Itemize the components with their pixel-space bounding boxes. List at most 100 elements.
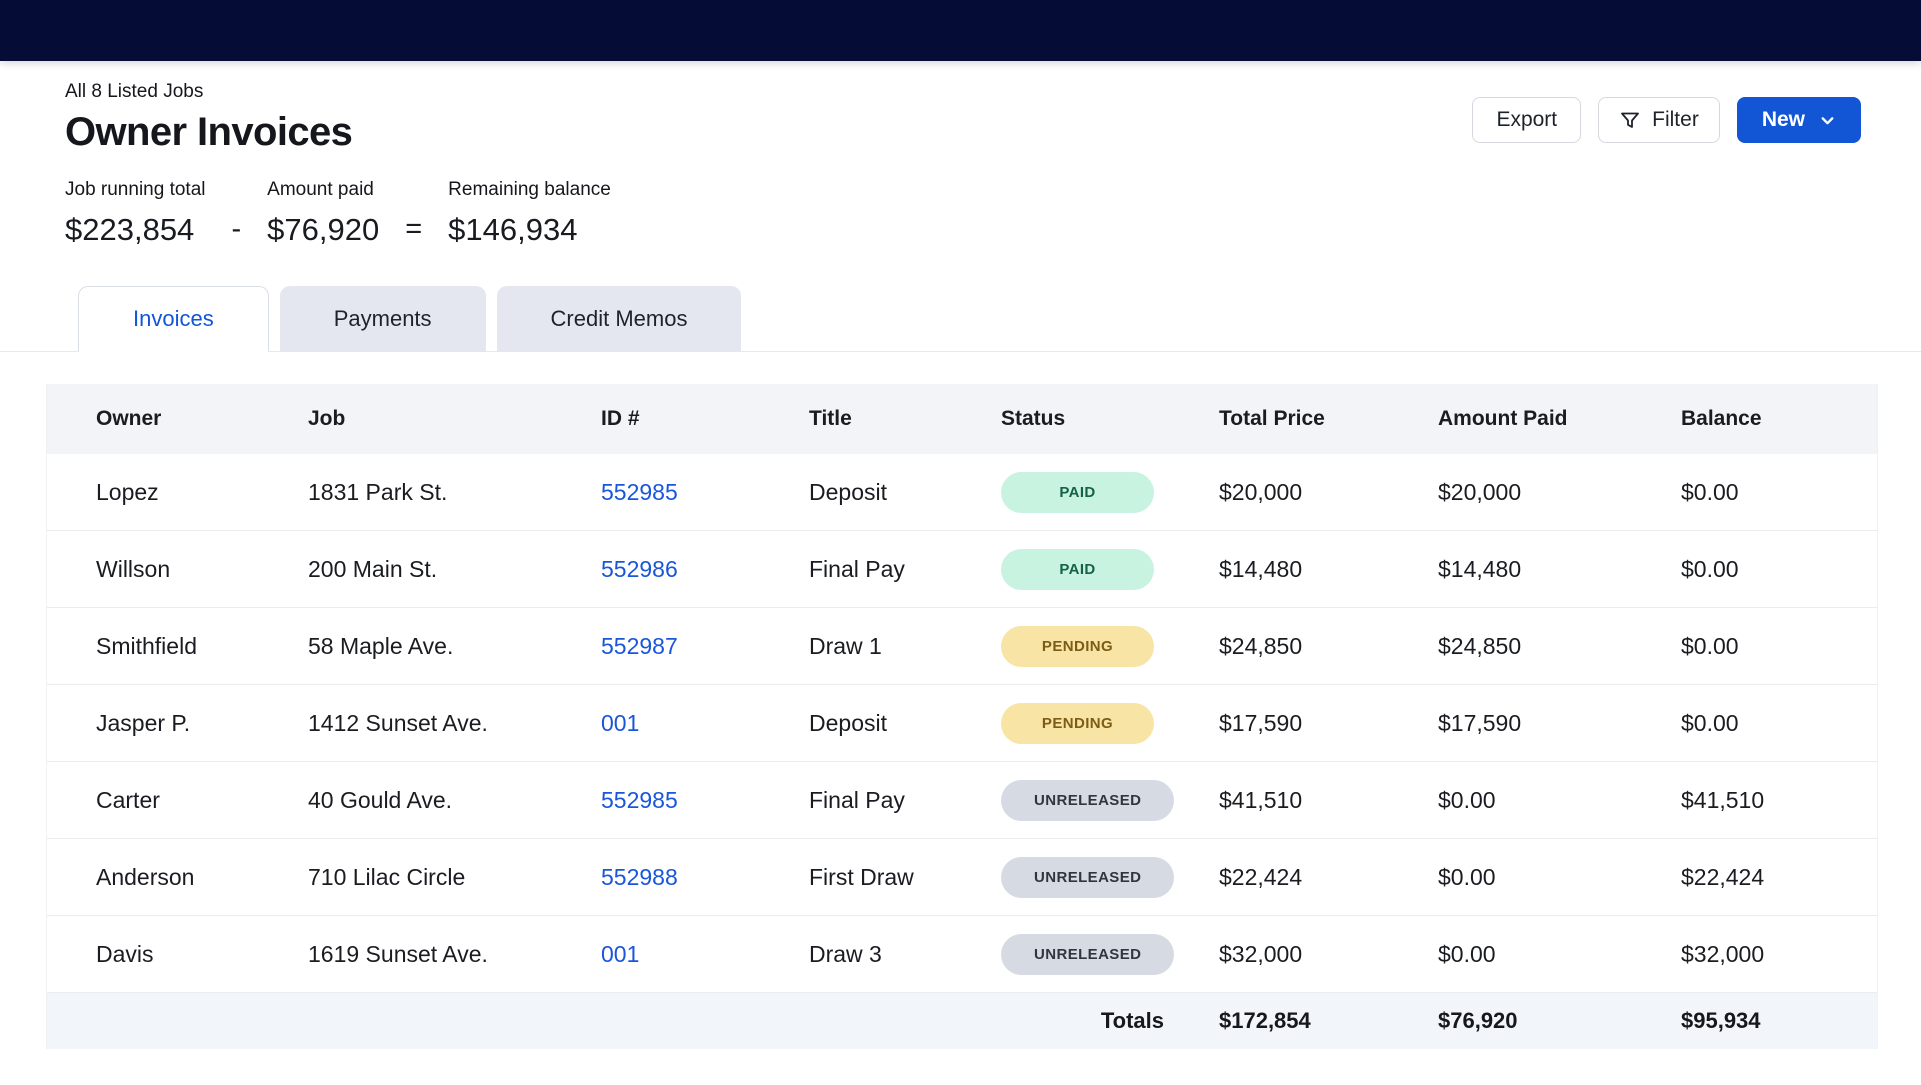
table-row: Davis 1619 Sunset Ave. 001 Draw 3 UNRELE…: [47, 916, 1877, 993]
owner-cell: Anderson: [96, 864, 308, 891]
title-cell: Final Pay: [809, 787, 1001, 814]
invoice-id-link[interactable]: 001: [601, 710, 639, 736]
new-button-label: New: [1762, 108, 1805, 132]
balance-cell: $0.00: [1681, 556, 1877, 583]
equals-operator: =: [405, 213, 422, 248]
header-actions: Export Filter New: [1472, 97, 1861, 143]
invoice-id-link[interactable]: 552985: [601, 479, 678, 505]
total-price-cell: $14,480: [1219, 556, 1438, 583]
page-header: All 8 Listed Jobs Owner Invoices Export …: [0, 61, 1921, 155]
amount-paid-cell: $0.00: [1438, 941, 1681, 968]
status-badge: PAID: [1001, 472, 1154, 513]
column-header-title: Title: [809, 407, 1001, 431]
invoice-id-link[interactable]: 552988: [601, 864, 678, 890]
chevron-down-icon: [1819, 112, 1836, 129]
table-header-row: Owner Job ID # Title Status Total Price …: [47, 384, 1877, 454]
table-row: Lopez 1831 Park St. 552985 Deposit PAID …: [47, 454, 1877, 531]
amount-paid-cell: $0.00: [1438, 864, 1681, 891]
tab-invoices[interactable]: Invoices: [78, 286, 269, 352]
balance-cell: $0.00: [1681, 710, 1877, 737]
totals-label: Totals: [1001, 1008, 1219, 1034]
column-header-owner: Owner: [96, 407, 308, 431]
page-title: Owner Invoices: [65, 110, 352, 155]
column-header-status: Status: [1001, 407, 1219, 431]
filter-button-label: Filter: [1652, 108, 1699, 132]
page-title-block: All 8 Listed Jobs Owner Invoices: [65, 81, 352, 155]
job-cell: 58 Maple Ave.: [308, 633, 601, 660]
job-cell: 40 Gould Ave.: [308, 787, 601, 814]
job-cell: 200 Main St.: [308, 556, 601, 583]
owner-cell: Davis: [96, 941, 308, 968]
total-price-cell: $32,000: [1219, 941, 1438, 968]
amount-paid-cell: $17,590: [1438, 710, 1681, 737]
total-price-cell: $22,424: [1219, 864, 1438, 891]
owner-cell: Willson: [96, 556, 308, 583]
amount-paid-cell: $24,850: [1438, 633, 1681, 660]
status-badge: UNRELEASED: [1001, 857, 1174, 898]
top-nav-bar: [0, 0, 1921, 61]
export-button-label: Export: [1496, 108, 1557, 132]
summary-label: Amount paid: [267, 179, 379, 201]
export-button[interactable]: Export: [1472, 97, 1581, 143]
column-header-job: Job: [308, 407, 601, 431]
column-header-id: ID #: [601, 407, 809, 431]
amount-paid-cell: $20,000: [1438, 479, 1681, 506]
table-row: Anderson 710 Lilac Circle 552988 First D…: [47, 839, 1877, 916]
job-cell: 1831 Park St.: [308, 479, 601, 506]
total-price-cell: $17,590: [1219, 710, 1438, 737]
filter-button[interactable]: Filter: [1598, 97, 1720, 143]
owner-cell: Lopez: [96, 479, 308, 506]
table-row: Carter 40 Gould Ave. 552985 Final Pay UN…: [47, 762, 1877, 839]
invoice-id-link[interactable]: 552985: [601, 787, 678, 813]
balance-cell: $32,000: [1681, 941, 1877, 968]
totals-balance: $95,934: [1681, 1008, 1877, 1034]
title-cell: Draw 1: [809, 633, 1001, 660]
owner-cell: Carter: [96, 787, 308, 814]
table-row: Jasper P. 1412 Sunset Ave. 001 Deposit P…: [47, 685, 1877, 762]
summary-bar: Job running total $223,854 - Amount paid…: [0, 155, 1921, 248]
summary-amount-paid: Amount paid $76,920: [267, 179, 379, 248]
total-price-cell: $41,510: [1219, 787, 1438, 814]
summary-value: $223,854: [65, 212, 206, 248]
column-header-total-price: Total Price: [1219, 407, 1438, 431]
title-cell: Draw 3: [809, 941, 1001, 968]
table-row: Willson 200 Main St. 552986 Final Pay PA…: [47, 531, 1877, 608]
summary-value: $146,934: [448, 212, 611, 248]
balance-cell: $22,424: [1681, 864, 1877, 891]
invoice-id-link[interactable]: 552987: [601, 633, 678, 659]
owner-cell: Smithfield: [96, 633, 308, 660]
minus-operator: -: [232, 213, 242, 248]
status-badge: PENDING: [1001, 703, 1154, 744]
tab-bar: Invoices Payments Credit Memos: [0, 285, 1921, 352]
invoices-table: Owner Job ID # Title Status Total Price …: [46, 384, 1878, 1049]
tab-credit-memos[interactable]: Credit Memos: [497, 286, 742, 352]
new-button[interactable]: New: [1737, 97, 1861, 143]
status-badge: UNRELEASED: [1001, 934, 1174, 975]
invoice-id-link[interactable]: 552986: [601, 556, 678, 582]
summary-value: $76,920: [267, 212, 379, 248]
job-cell: 1619 Sunset Ave.: [308, 941, 601, 968]
amount-paid-cell: $14,480: [1438, 556, 1681, 583]
funnel-icon: [1619, 109, 1641, 131]
title-cell: Deposit: [809, 479, 1001, 506]
job-cell: 710 Lilac Circle: [308, 864, 601, 891]
invoice-id-link[interactable]: 001: [601, 941, 639, 967]
total-price-cell: $24,850: [1219, 633, 1438, 660]
summary-job-running-total: Job running total $223,854: [65, 179, 206, 248]
balance-cell: $0.00: [1681, 479, 1877, 506]
totals-total-price: $172,854: [1219, 1008, 1438, 1034]
title-cell: First Draw: [809, 864, 1001, 891]
table-row: Smithfield 58 Maple Ave. 552987 Draw 1 P…: [47, 608, 1877, 685]
status-badge: UNRELEASED: [1001, 780, 1174, 821]
status-badge: PAID: [1001, 549, 1154, 590]
title-cell: Final Pay: [809, 556, 1001, 583]
status-badge: PENDING: [1001, 626, 1154, 667]
total-price-cell: $20,000: [1219, 479, 1438, 506]
totals-row: Totals $172,854 $76,920 $95,934: [47, 993, 1877, 1049]
summary-remaining-balance: Remaining balance $146,934: [448, 179, 611, 248]
tab-payments[interactable]: Payments: [280, 286, 486, 352]
summary-label: Remaining balance: [448, 179, 611, 201]
title-cell: Deposit: [809, 710, 1001, 737]
jobs-filter-subtitle: All 8 Listed Jobs: [65, 81, 352, 103]
column-header-balance: Balance: [1681, 407, 1877, 431]
